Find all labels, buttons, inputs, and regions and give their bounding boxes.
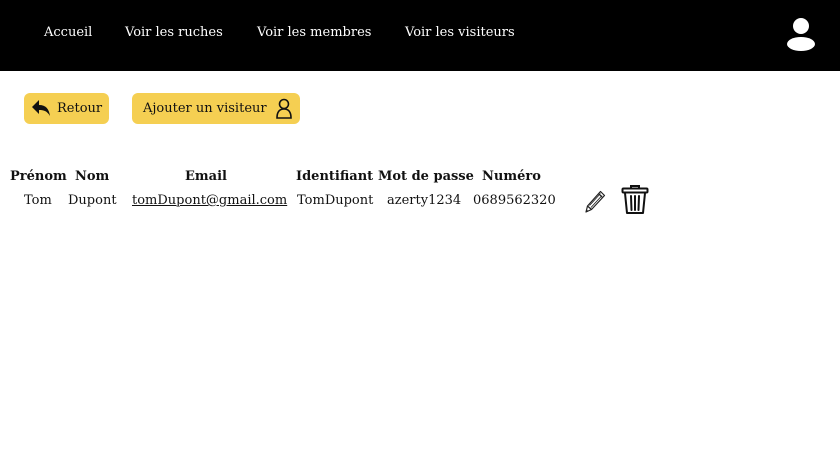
reply-arrow-icon	[32, 100, 50, 116]
cell-number: 0689562320	[473, 193, 556, 208]
top-nav-bar: Accueil Voir les ruches Voir les membres…	[0, 0, 840, 71]
cell-username: TomDupont	[297, 193, 374, 208]
column-header-username: Identifiant	[296, 169, 374, 184]
cell-firstname: Tom	[24, 193, 52, 208]
nav-members-link[interactable]: Voir les membres	[257, 25, 371, 40]
column-header-password: Mot de passe	[378, 169, 474, 184]
nav-home-link[interactable]: Accueil	[44, 25, 92, 40]
column-header-firstname: Prénom	[10, 169, 67, 184]
back-button[interactable]: Retour	[24, 93, 109, 124]
add-visitor-button[interactable]: Ajouter un visiteur	[132, 93, 300, 124]
nav-hives-link[interactable]: Voir les ruches	[125, 25, 223, 40]
column-header-lastname: Nom	[75, 169, 110, 184]
trash-icon[interactable]	[621, 184, 649, 215]
user-icon[interactable]	[785, 17, 817, 53]
cell-password: azerty1234	[387, 193, 462, 208]
pencil-icon[interactable]	[583, 188, 607, 214]
add-visitor-button-label: Ajouter un visiteur	[143, 101, 267, 116]
column-header-number: Numéro	[482, 169, 541, 184]
user-outline-icon	[276, 98, 292, 119]
column-header-email: Email	[185, 169, 227, 184]
nav-visitors-link[interactable]: Voir les visiteurs	[405, 25, 515, 40]
back-button-label: Retour	[57, 101, 103, 116]
cell-email-link[interactable]: tomDupont@gmail.com	[132, 193, 287, 208]
cell-lastname: Dupont	[68, 193, 117, 208]
